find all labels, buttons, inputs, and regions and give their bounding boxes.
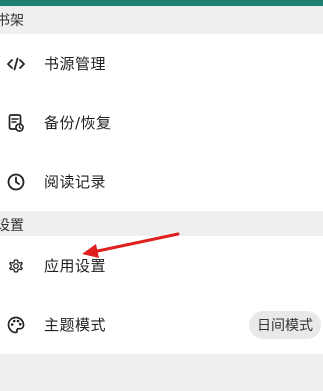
list-item-backup[interactable]: 备份/恢复 <box>0 93 323 152</box>
list-item-app-settings[interactable]: 应用设置 <box>0 236 323 295</box>
bookshelf-list: 书源管理 备份/恢复 阅读记录 <box>0 34 323 211</box>
section-header-settings: 设置 <box>0 211 323 239</box>
list-item-book-source[interactable]: 书源管理 <box>0 34 323 93</box>
list-item-label-backup: 备份/恢复 <box>44 114 112 132</box>
palette-icon <box>6 315 26 335</box>
backup-icon <box>6 113 26 133</box>
section-title-settings: 设置 <box>0 218 24 234</box>
list-item-label-reading-history: 阅读记录 <box>44 173 107 191</box>
list-item-reading-history[interactable]: 阅读记录 <box>0 152 323 211</box>
section-header-bookshelf: 书架 <box>0 6 323 34</box>
section-title-bookshelf: 书架 <box>0 13 24 29</box>
list-item-label-theme-mode: 主题模式 <box>44 316 107 334</box>
list-item-label-app-settings: 应用设置 <box>44 257 107 275</box>
list-item-label-book-source: 书源管理 <box>44 55 107 73</box>
gear-icon <box>6 256 26 276</box>
clock-icon <box>6 172 26 192</box>
theme-mode-value[interactable]: 日间模式 <box>249 310 321 339</box>
code-icon <box>6 54 26 74</box>
list-item-theme-mode[interactable]: 主题模式 日间模式 <box>0 295 323 354</box>
settings-list: 应用设置 主题模式 日间模式 <box>0 236 323 354</box>
